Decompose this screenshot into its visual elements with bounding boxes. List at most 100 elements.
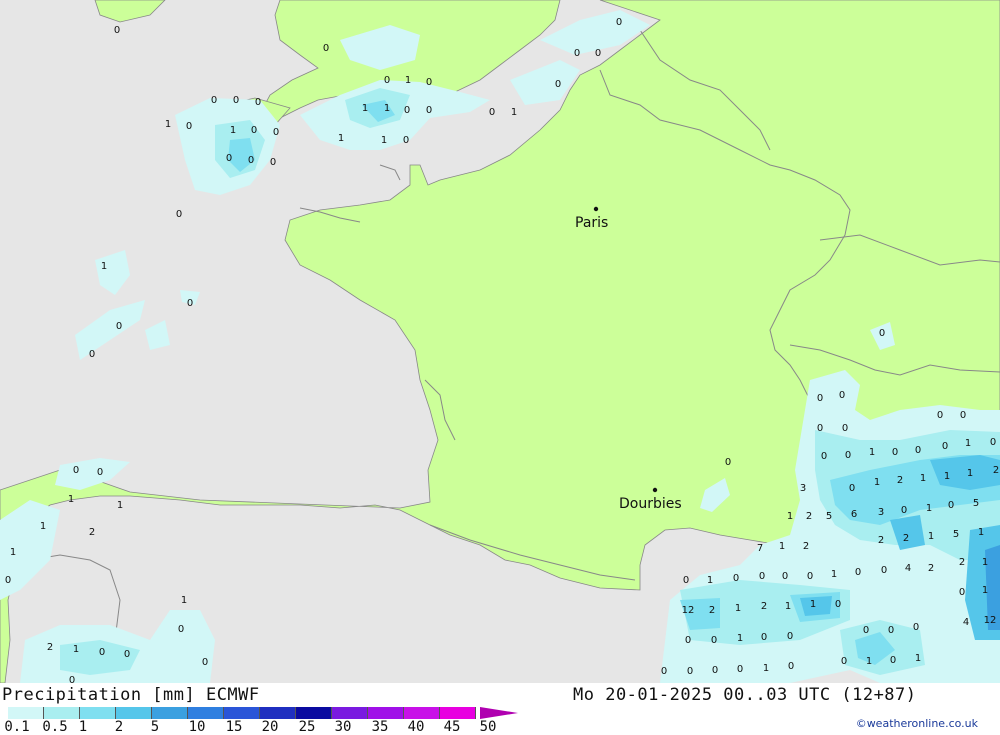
precip-value: 1 (10, 547, 16, 558)
precip-value: 0 (737, 664, 743, 675)
precip-value: 0 (211, 95, 217, 106)
precip-value: 1 (928, 531, 934, 542)
precip-value: 0 (426, 105, 432, 116)
precip-value: 0 (863, 625, 869, 636)
precip-value: 0 (835, 599, 841, 610)
precip-value: 1 (165, 119, 171, 130)
precip-value: 0 (89, 349, 95, 360)
precip-value: 0 (888, 625, 894, 636)
precip-value: 1 (787, 511, 793, 522)
precip-value: 0 (489, 107, 495, 118)
precip-value: 0 (233, 95, 239, 106)
precip-value: 12 (984, 615, 997, 626)
precip-value: 0 (937, 410, 943, 421)
precip-value: 0 (759, 571, 765, 582)
precip-value: 0 (187, 298, 193, 309)
precip-value: 0 (685, 635, 691, 646)
precip-value: 0 (990, 437, 996, 448)
precip-value: 1 (866, 656, 872, 667)
precip-value: 2 (89, 527, 95, 538)
precip-value: 0 (782, 571, 788, 582)
precip-value: 1 (920, 473, 926, 484)
precip-value: 1 (763, 663, 769, 674)
precip-value: 0 (255, 97, 261, 108)
legend-swatch (80, 707, 116, 719)
precip-value: 1 (965, 438, 971, 449)
precip-value: 0 (733, 573, 739, 584)
map-svg: 0 0 0 0 0 0 0 1 0 0 0 0 1 1 0 0 0 1 1 0 1 0 0 1 1 0 0 0 0 0 1 0 0 0 0 0 0 0 0 0… (0, 0, 1000, 683)
precip-value: 1 (40, 521, 46, 532)
legend-swatch (224, 707, 260, 719)
precip-value: 1 (230, 125, 236, 136)
precip-value: 1 (779, 541, 785, 552)
precip-value: 1 (707, 575, 713, 586)
map-title: Precipitation [mm] ECMWF (2, 685, 260, 705)
precip-value: 0 (915, 445, 921, 456)
precip-value: 0 (403, 135, 409, 146)
precip-value: 0 (186, 121, 192, 132)
precip-value: 0 (97, 467, 103, 478)
legend-swatch (404, 707, 440, 719)
precip-value: 0 (881, 565, 887, 576)
precip-value: 0 (892, 447, 898, 458)
precip-value: 0 (595, 48, 601, 59)
precip-value: 1 (68, 494, 74, 505)
precip-value: 0 (807, 571, 813, 582)
precip-value: 0 (114, 25, 120, 36)
legend-swatch (260, 707, 296, 719)
precip-value: 0 (913, 622, 919, 633)
precip-value: 0 (176, 209, 182, 220)
precip-value: 0 (817, 393, 823, 404)
legend-colorbar (8, 707, 476, 719)
precip-value: 0 (725, 457, 731, 468)
precip-value: 1 (982, 557, 988, 568)
precip-value: 0 (251, 125, 257, 136)
precip-value: 1 (810, 599, 816, 610)
precip-value: 0 (426, 77, 432, 88)
precip-value: 0 (226, 153, 232, 164)
map-datetime: Mo 20-01-2025 00..03 UTC (12+87) (573, 685, 917, 705)
precip-value: 1 (338, 133, 344, 144)
precip-value: 0 (616, 17, 622, 28)
precip-value: 1 (384, 103, 390, 114)
precip-value: 1 (381, 135, 387, 146)
precip-value: 0 (555, 79, 561, 90)
precip-value: 0 (69, 675, 75, 683)
precip-value: 0 (960, 410, 966, 421)
legend-swatch (152, 707, 188, 719)
precip-value: 0 (99, 647, 105, 658)
precip-value: 4 (905, 563, 911, 574)
legend-swatch (8, 707, 44, 719)
legend-arrow (480, 707, 518, 719)
precip-value: 0 (124, 649, 130, 660)
precip-value: 0 (273, 127, 279, 138)
precip-value: 0 (879, 328, 885, 339)
precip-value: 0 (942, 441, 948, 452)
precip-value: 0 (404, 105, 410, 116)
precip-value: 12 (682, 605, 695, 616)
precip-value: 2 (897, 475, 903, 486)
precip-value: 0 (845, 450, 851, 461)
legend-swatch (368, 707, 404, 719)
city-marker (652, 487, 658, 493)
precip-value: 1 (117, 500, 123, 511)
precip-value: 0 (178, 624, 184, 635)
precip-value: 2 (993, 465, 999, 476)
precip-value: 0 (849, 483, 855, 494)
precip-value: 0 (948, 500, 954, 511)
precip-value: 0 (821, 451, 827, 462)
legend-swatch (188, 707, 224, 719)
precip-value: 7 (757, 543, 763, 554)
precipitation-map: 0 0 0 0 0 0 0 1 0 0 0 0 1 1 0 0 0 1 1 0 1 0 0 1 1 0 0 0 0 0 1 0 0 0 0 0 0 0 0 0… (0, 0, 1000, 683)
precip-value: 0 (202, 657, 208, 668)
credit-link[interactable]: ©weatheronline.co.uk (856, 717, 978, 730)
precip-value: 1 (967, 468, 973, 479)
precip-area (930, 455, 1000, 490)
precip-value: 1 (405, 75, 411, 86)
precip-value: 0 (841, 656, 847, 667)
precip-value: 0 (574, 48, 580, 59)
precip-value: 0 (711, 635, 717, 646)
precip-value: 0 (116, 321, 122, 332)
precip-value: 0 (270, 157, 276, 168)
precip-value: 1 (73, 644, 79, 655)
